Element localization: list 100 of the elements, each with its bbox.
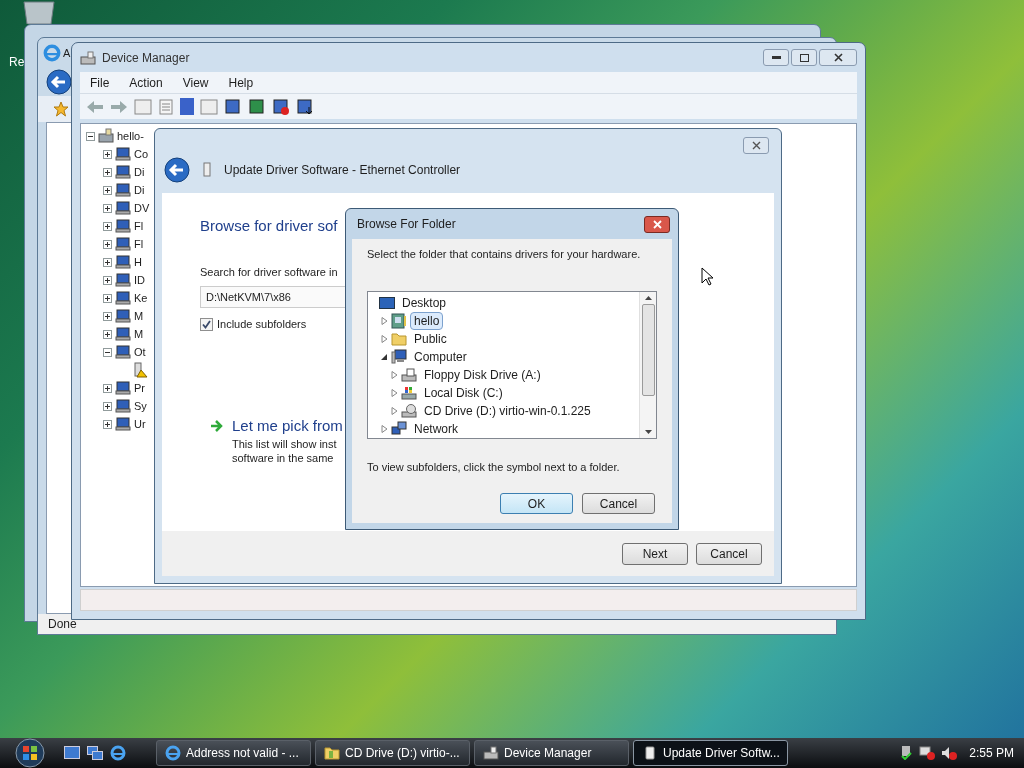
dialog-button[interactable]: Next [622,542,688,565]
computer-icon [98,128,114,144]
device-icon [115,326,131,342]
device-icon [642,745,658,761]
browser-icon [43,44,61,62]
cd-drive-icon [401,402,417,419]
tree-item[interactable]: Sy [134,397,147,415]
disable-device-icon[interactable] [296,97,314,116]
folder-tree-item[interactable]: Network [410,419,462,438]
device-icon [115,416,131,432]
dialog-button[interactable]: Cancel [696,542,762,565]
menu-item[interactable]: View [182,73,209,92]
uninstall-icon[interactable] [272,97,290,116]
expand-icon[interactable] [103,185,112,195]
tree-item[interactable]: DV [134,199,150,217]
expand-arrow-icon[interactable] [391,406,398,415]
folder-tree-item[interactable]: Computer [410,347,471,366]
collapse-icon[interactable] [86,131,95,141]
expand-icon[interactable] [103,221,112,231]
device-icon [115,146,131,162]
close-button[interactable] [743,137,769,154]
tree-item[interactable]: Fl [134,217,144,235]
desktop-icon [379,294,395,311]
tree-item[interactable]: Ke [134,289,148,307]
expand-arrow-icon[interactable] [381,424,388,433]
maximize-icon [799,53,809,62]
taskbar-button[interactable]: Address not valid - ... [156,740,311,766]
device-icon [115,200,131,216]
dialog-button[interactable]: Cancel [582,493,655,514]
tree-item[interactable]: M [134,307,144,325]
dialog-title: Browse For Folder [357,216,457,233]
expand-arrow-icon[interactable] [381,316,388,325]
close-button[interactable] [644,215,670,233]
dialog-button[interactable]: OK [500,493,573,514]
tree-item[interactable]: Fl [134,235,144,253]
expand-icon[interactable] [103,383,112,393]
expand-arrow-icon[interactable] [391,370,398,379]
tree-item[interactable]: Pr [134,379,145,397]
maximize-button[interactable] [791,49,817,66]
expand-icon[interactable] [103,401,112,411]
expand-icon[interactable] [103,275,112,285]
folder-tree-item[interactable]: Local Disk (C:) [420,383,507,402]
device-icon [115,164,131,180]
taskbar-button[interactable]: Update Driver Softw... [633,740,788,766]
checkbox-label[interactable]: Include subfolders [217,316,307,333]
folder-tree-item[interactable]: Desktop [398,293,451,312]
expand-icon[interactable] [103,149,112,159]
expand-arrow-icon[interactable] [381,334,388,343]
mouse-pointer-icon [701,267,714,286]
collapse-arrow-icon[interactable] [381,352,388,361]
expand-icon[interactable] [103,293,112,303]
expand-icon[interactable] [103,203,112,213]
folder-tree-item[interactable]: CD Drive (D:) virtio-win-0.1.225 [420,401,595,420]
expand-icon[interactable] [103,239,112,249]
switch-windows-icon[interactable] [87,746,103,760]
volume-muted-icon[interactable] [941,746,958,760]
scrollbar[interactable] [639,291,656,438]
option-link[interactable]: Let me pick from [232,414,343,437]
tree-item[interactable]: Ot [134,343,146,361]
tree-item[interactable]: Co [134,145,149,163]
tree-item[interactable]: Ur [134,415,146,433]
tree-item[interactable]: hello- [117,127,144,145]
folder-icon [324,745,340,761]
scroll-up-icon[interactable] [644,295,652,300]
instruction-text: Select the folder that contains drivers for your hardware. [367,247,642,262]
tree-item[interactable]: Di [134,181,145,199]
safely-remove-icon[interactable] [899,746,914,760]
browser-icon[interactable] [110,745,126,761]
tree-item[interactable]: M [134,325,144,343]
expand-arrow-icon[interactable] [391,388,398,397]
expand-icon[interactable] [103,311,112,321]
expand-icon[interactable] [103,257,112,267]
page-heading: Browse for driver sof [200,216,338,236]
scroll-down-icon[interactable] [644,429,652,434]
close-button[interactable] [819,49,857,66]
scroll-thumb[interactable] [641,303,655,396]
expand-icon[interactable] [103,167,112,177]
expand-icon[interactable] [103,419,112,429]
taskbar-button[interactable]: CD Drive (D:) virtio-... [315,740,470,766]
checkbox[interactable] [200,317,213,331]
menu-item[interactable]: File [90,73,110,92]
minimize-button[interactable] [763,49,789,66]
menu-item[interactable]: Action [129,73,163,92]
tree-item[interactable]: Di [134,163,145,181]
folder-tree-item[interactable]: Floppy Disk Drive (A:) [420,365,545,384]
star-icon[interactable] [53,101,69,117]
tree-item[interactable]: H [134,253,142,271]
menu-item[interactable]: Help [228,73,254,92]
expand-icon[interactable] [103,329,112,339]
device-icon [115,254,131,270]
folder-tree-item[interactable]: hello [410,311,444,330]
tree-item[interactable]: ID [134,271,145,289]
network-disconnected-icon[interactable] [919,746,936,760]
clock[interactable]: 2:55 PM [969,744,1014,762]
collapse-icon[interactable] [103,347,112,357]
folder-tree-item[interactable]: Public [410,329,451,348]
device-icon [202,162,212,178]
desktop-icon-label[interactable]: Re [9,53,25,71]
show-desktop-icon[interactable] [64,746,80,760]
taskbar-button[interactable]: Device Manager [474,740,629,766]
